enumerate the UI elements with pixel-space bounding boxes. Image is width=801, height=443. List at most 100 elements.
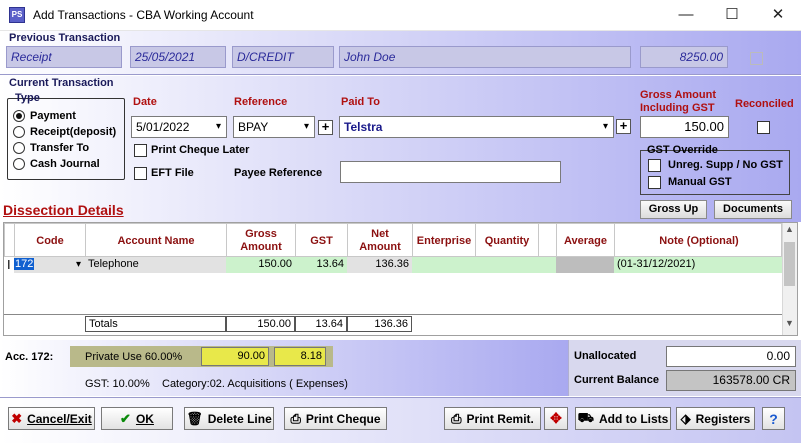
print-cheque-later-checkbox[interactable] xyxy=(134,144,147,157)
type-group-label: Type xyxy=(15,92,40,104)
row-gross-cell[interactable]: 150.00 xyxy=(226,257,295,273)
header-note[interactable]: Note (Optional) xyxy=(615,224,783,258)
eft-file-label[interactable]: EFT File xyxy=(151,167,194,179)
prev-type-field: Receipt xyxy=(6,46,122,68)
reference-label: Reference xyxy=(234,96,288,108)
row-note-cell[interactable]: (01-31/12/2021) xyxy=(614,257,782,273)
private-use-label: Private Use 60.00% xyxy=(85,351,183,363)
minimize-button[interactable]: — xyxy=(663,0,709,31)
type-transfer-radio[interactable] xyxy=(13,142,25,154)
header-gross-amount[interactable]: Gross Amount xyxy=(227,224,296,258)
print-remit-button[interactable]: ⎙ Print Remit. xyxy=(444,407,541,430)
unallocated-value: 0.00 xyxy=(666,346,796,367)
gst-rate-text: GST: 10.00% xyxy=(85,378,150,390)
account-number-label: Acc. 172: xyxy=(5,351,54,363)
type-receipt-label[interactable]: Receipt(deposit) xyxy=(30,126,116,138)
type-cash-journal-radio[interactable] xyxy=(13,158,25,170)
reference-combobox[interactable]: BPAY ▾ xyxy=(233,116,315,138)
row-average-cell xyxy=(556,257,614,273)
row-gst-cell[interactable]: 13.64 xyxy=(295,257,347,273)
unreg-supp-checkbox[interactable] xyxy=(648,159,661,172)
totals-label: Totals xyxy=(85,316,226,332)
date-input[interactable]: 5/01/2022 ▾ xyxy=(131,116,227,138)
prev-amount-field: 8250.00 xyxy=(640,46,728,68)
row-account-cell[interactable]: Telephone xyxy=(85,257,226,273)
delete-line-button[interactable]: 🗑 Delete Line xyxy=(184,407,274,430)
scroll-up-icon[interactable]: ▲ xyxy=(782,224,797,238)
reference-value: BPAY xyxy=(238,120,269,134)
previous-transaction-title: Previous Transaction xyxy=(9,32,121,44)
prev-reconciled-checkbox xyxy=(750,52,763,65)
paid-to-chevron-down-icon[interactable]: ▾ xyxy=(603,117,608,137)
eft-file-checkbox[interactable] xyxy=(134,167,147,180)
code-chevron-down-icon[interactable]: ▾ xyxy=(76,257,81,272)
header-gross-line1: Gross xyxy=(245,228,277,240)
header-enterprise[interactable]: Enterprise xyxy=(413,224,476,258)
current-transaction-title: Current Transaction xyxy=(9,77,114,89)
add-reference-plus-icon[interactable]: + xyxy=(318,120,333,135)
ok-label: OK xyxy=(135,411,154,426)
prev-date-field: 25/05/2021 xyxy=(130,46,226,68)
add-payee-plus-icon[interactable]: + xyxy=(616,119,631,134)
totals-gst: 13.64 xyxy=(295,316,347,332)
documents-button[interactable]: Documents xyxy=(714,200,792,219)
row-code-value: 172 xyxy=(14,258,35,270)
close-button[interactable]: ✕ xyxy=(755,0,801,31)
registers-tag-icon: ⬗ xyxy=(680,410,691,426)
totals-divider xyxy=(4,314,782,315)
gross-up-button[interactable]: Gross Up xyxy=(640,200,707,219)
help-button[interactable]: ? xyxy=(762,407,785,430)
app-icon: PS xyxy=(9,7,25,23)
print-cheque-button[interactable]: ⎙ Print Cheque xyxy=(284,407,387,430)
payee-reference-label: Payee Reference xyxy=(234,167,323,179)
delete-line-label: Delete Line xyxy=(207,411,272,426)
reference-chevron-down-icon[interactable]: ▾ xyxy=(304,117,309,137)
header-gst[interactable]: GST xyxy=(296,224,348,258)
manual-gst-checkbox[interactable] xyxy=(648,176,661,189)
registers-button[interactable]: ⬗ Registers xyxy=(676,407,755,430)
maximize-button[interactable]: ☐ xyxy=(709,0,755,31)
scrollbar-thumb[interactable] xyxy=(784,242,795,286)
type-receipt-radio[interactable] xyxy=(13,126,25,138)
header-net-amount[interactable]: Net Amount xyxy=(348,224,413,258)
row-spacer-cell xyxy=(538,257,556,273)
ok-button[interactable]: ✔ OK xyxy=(101,407,173,430)
reconciled-label: Reconciled xyxy=(735,98,794,110)
header-net-line1: Net xyxy=(371,228,389,240)
current-balance-value: 163578.00 CR xyxy=(666,370,796,391)
gross-amount-input[interactable]: 150.00 xyxy=(640,116,729,138)
paid-to-label: Paid To xyxy=(341,96,380,108)
header-quantity[interactable]: Quantity xyxy=(476,224,539,258)
type-payment-radio[interactable] xyxy=(13,110,25,122)
print-remit-label: Print Remit. xyxy=(466,411,534,426)
row-code-cell[interactable]: 172 ▾ xyxy=(14,257,85,273)
printer-icon: ⎙ xyxy=(290,410,301,426)
type-cash-journal-label[interactable]: Cash Journal xyxy=(30,158,100,170)
manual-gst-label[interactable]: Manual GST xyxy=(668,176,732,188)
unreg-supp-label[interactable]: Unreg. Supp / No GST xyxy=(668,159,783,171)
type-payment-label[interactable]: Payment xyxy=(30,110,76,122)
row-quantity-cell[interactable] xyxy=(475,257,538,273)
scroll-down-icon[interactable]: ▼ xyxy=(782,318,797,332)
gross-amount-label: Gross Amount Including GST xyxy=(640,89,716,115)
cancel-exit-button[interactable]: ✖ Cancel/Exit xyxy=(8,407,95,430)
print-cheque-later-label[interactable]: Print Cheque Later xyxy=(151,144,249,156)
table-row[interactable]: I 172 ▾ Telephone 150.00 13.64 136.36 (0… xyxy=(4,257,782,273)
paid-to-combobox[interactable]: Telstra ▾ xyxy=(339,116,614,138)
header-account-name[interactable]: Account Name xyxy=(86,224,227,258)
header-net-line2: Amount xyxy=(359,241,401,253)
type-transfer-label[interactable]: Transfer To xyxy=(30,142,89,154)
split-transaction-button[interactable]: ✥ xyxy=(544,407,568,430)
add-to-lists-label: Add to Lists xyxy=(599,411,669,426)
totals-net: 136.36 xyxy=(347,316,412,332)
paid-to-value: Telstra xyxy=(344,120,383,134)
add-to-lists-button[interactable]: ⛟ Add to Lists xyxy=(575,407,671,430)
header-code[interactable]: Code xyxy=(15,224,86,258)
date-dropdown-chevron-icon[interactable]: ▾ xyxy=(216,117,221,137)
header-average[interactable]: Average xyxy=(557,224,615,258)
ok-check-icon: ✔ xyxy=(120,410,131,426)
row-enterprise-cell[interactable] xyxy=(412,257,475,273)
reconciled-checkbox[interactable] xyxy=(757,121,770,134)
payee-reference-input[interactable] xyxy=(340,161,561,183)
split-arrows-icon: ✥ xyxy=(550,410,562,426)
